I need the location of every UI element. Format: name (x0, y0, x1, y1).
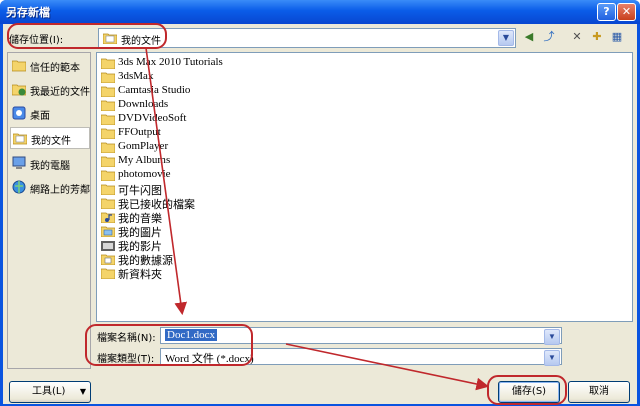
folder-icon (101, 170, 115, 181)
file-name: 新資料夾 (118, 269, 162, 281)
folder-icon (101, 184, 115, 195)
save-as-dialog: 另存新檔 ? ✕ 儲存位置(I): 我的文件 ▼ ◀ ⤴ ✕ ✚ ▦ 信任的範本 (0, 0, 640, 406)
video-folder-icon (101, 241, 115, 251)
file-name: FFOutput (118, 126, 161, 138)
window-title: 另存新檔 (6, 6, 50, 19)
file-name: Camtasia Studio (118, 84, 191, 96)
place-label: 我最近的文件 (30, 87, 90, 98)
places-bar: 信任的範本 我最近的文件 桌面 我的文件 我的電腦 網路上的芳鄰 (7, 52, 91, 369)
my-documents-icon (103, 33, 117, 44)
file-name: 3ds Max 2010 Tutorials (118, 56, 223, 68)
place-label: 桌面 (30, 111, 50, 122)
chevron-down-icon[interactable]: ▼ (544, 329, 560, 345)
file-list[interactable]: 3ds Max 2010 Tutorials 3dsMax Camtasia Stu… (96, 52, 633, 322)
my-computer-icon (12, 156, 26, 169)
file-name: photomovie (118, 168, 171, 180)
place-trusted-templates[interactable]: 信任的範本 (10, 55, 90, 77)
place-desktop[interactable]: 桌面 (10, 103, 90, 125)
cancel-button[interactable]: 取消 (568, 381, 630, 403)
folder-icon (12, 60, 26, 72)
folder-icon (101, 156, 115, 167)
folder-icon (101, 142, 115, 153)
filetype-label: 檔案類型(T): (97, 354, 155, 365)
chevron-down-icon[interactable]: ▼ (544, 350, 560, 366)
place-recent-documents[interactable]: 我最近的文件 (10, 79, 90, 101)
views-icon[interactable]: ▦ (609, 29, 625, 45)
file-name: GomPlayer (118, 140, 169, 152)
folder-icon (101, 72, 115, 83)
folder-icon (101, 58, 115, 69)
file-name: DVDVideoSoft (118, 112, 187, 124)
network-places-icon (12, 180, 26, 194)
chevron-down-icon: ▼ (79, 387, 86, 396)
folder-icon (101, 86, 115, 97)
folder-icon (101, 114, 115, 125)
place-label: 信任的範本 (30, 63, 80, 74)
place-network[interactable]: 網路上的芳鄰 (10, 177, 90, 199)
file-name: Downloads (118, 98, 169, 110)
place-label: 我的文件 (31, 136, 71, 147)
desktop-icon (12, 106, 26, 120)
recent-documents-icon (12, 84, 26, 96)
delete-icon[interactable]: ✕ (569, 29, 585, 45)
back-icon[interactable]: ◀ (521, 29, 537, 45)
close-button[interactable]: ✕ (617, 3, 636, 21)
file-name: My Albums (118, 154, 171, 166)
data-sources-folder-icon (101, 254, 115, 265)
tools-button[interactable]: 工具(L) ▼ (9, 381, 91, 403)
new-folder-icon[interactable]: ✚ (589, 29, 605, 45)
place-my-computer[interactable]: 我的電腦 (10, 153, 90, 175)
tools-button-label: 工具(L) (32, 386, 66, 397)
place-label: 我的電腦 (30, 161, 70, 172)
up-folder-icon[interactable]: ⤴ (541, 29, 557, 45)
save-in-dropdown[interactable]: 我的文件 ▼ (98, 28, 516, 48)
save-in-value: 我的文件 (121, 36, 161, 47)
chevron-down-icon[interactable]: ▼ (498, 30, 514, 46)
title-bar[interactable]: 另存新檔 ? ✕ (0, 0, 640, 24)
music-folder-icon (101, 212, 115, 223)
folder-icon (101, 268, 115, 279)
filetype-select[interactable]: Word 文件 (*.docx) ▼ (160, 348, 562, 366)
filename-value: Doc1.docx (165, 329, 217, 341)
dialog-body: 儲存位置(I): 我的文件 ▼ ◀ ⤴ ✕ ✚ ▦ 信任的範本 我最近的文件 桌… (3, 24, 637, 404)
filename-input[interactable]: Doc1.docx ▼ (160, 327, 562, 345)
pictures-folder-icon (101, 226, 115, 237)
save-button[interactable]: 儲存(S) (498, 381, 560, 403)
filename-label: 檔案名稱(N): (97, 333, 156, 344)
help-button[interactable]: ? (597, 3, 616, 21)
place-my-documents[interactable]: 我的文件 (10, 127, 90, 149)
my-documents-icon (13, 133, 27, 145)
place-label: 網路上的芳鄰 (30, 185, 90, 196)
filetype-value: Word 文件 (*.docx) (165, 353, 254, 365)
folder-icon (101, 100, 115, 111)
folder-icon (101, 198, 115, 209)
folder-icon (101, 128, 115, 139)
file-name: 3dsMax (118, 70, 154, 82)
dialog-toolbar: ◀ ⤴ ✕ ✚ ▦ (521, 29, 633, 47)
save-in-label: 儲存位置(I): (9, 35, 64, 46)
